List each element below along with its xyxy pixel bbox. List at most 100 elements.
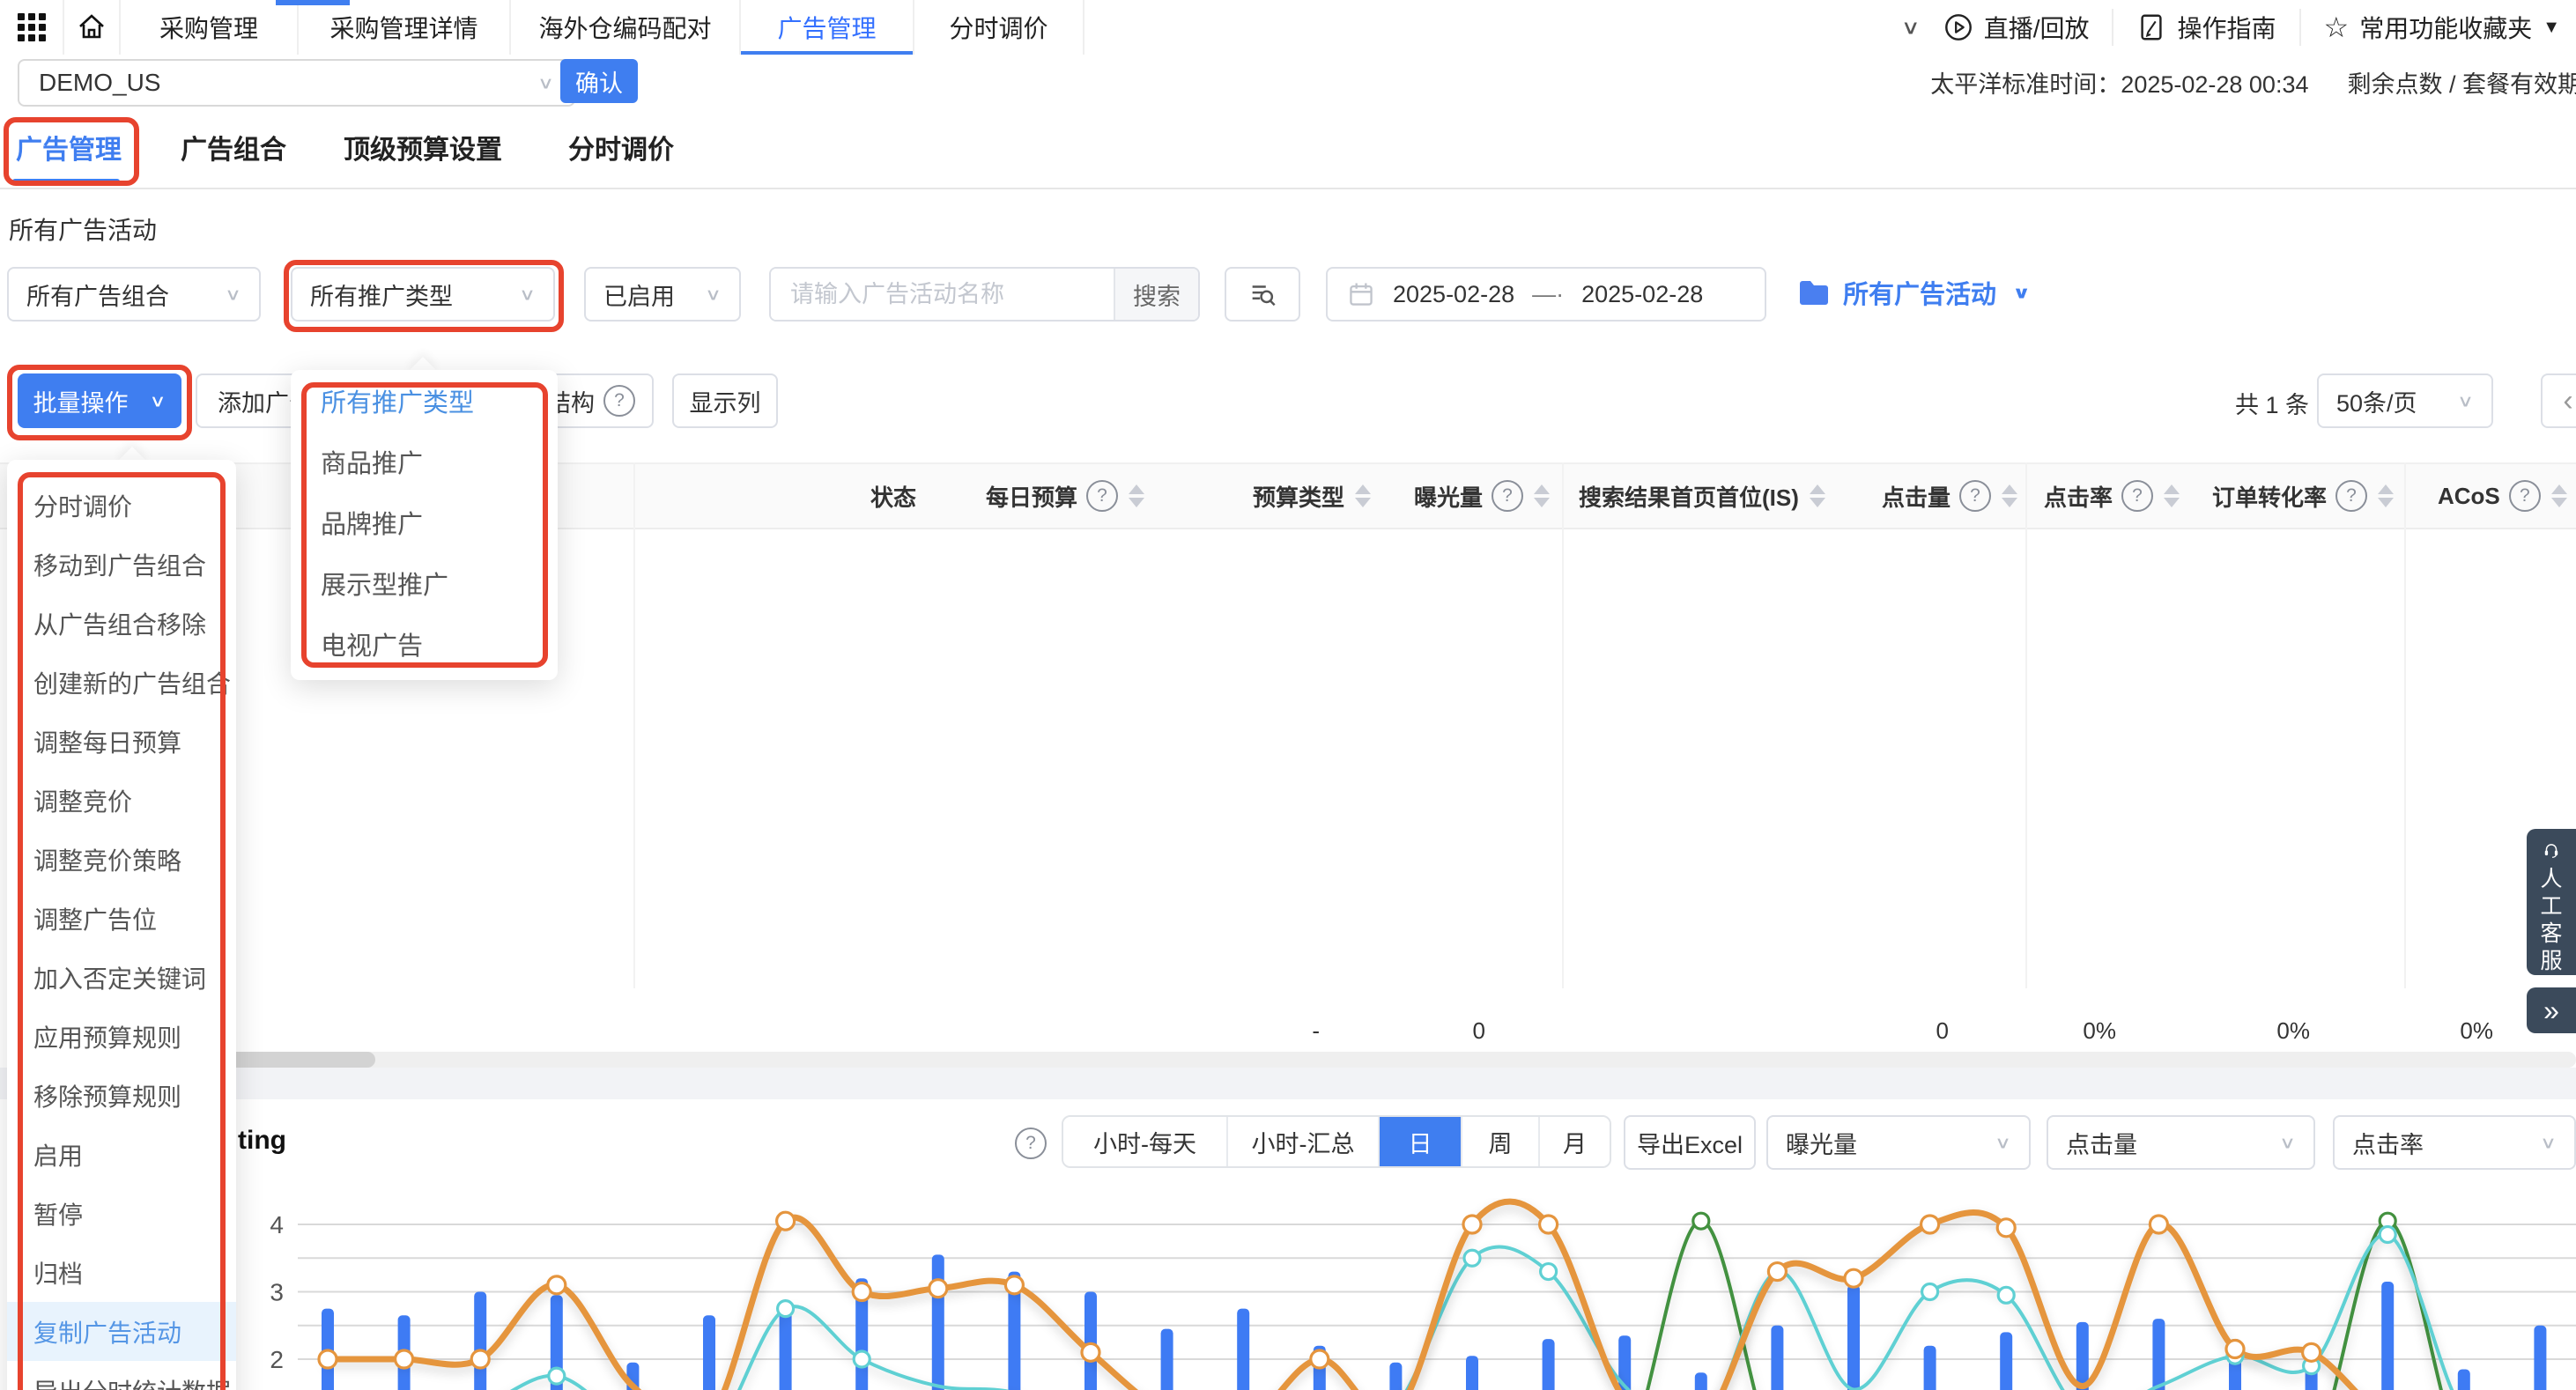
sort-icons[interactable]	[2002, 484, 2017, 507]
filters-row: 所有广告组合 ∨ 所有推广类型 ∨ 已启用 ∨ 搜索 2025-02-28 —·…	[0, 267, 2576, 325]
range-tab-1[interactable]: 小时-每天	[1063, 1117, 1226, 1166]
bulk-menu-item[interactable]: 复制广告活动	[7, 1302, 236, 1361]
range-tab-3[interactable]: 日	[1378, 1117, 1461, 1166]
live-replay-label: 直播/回放	[1984, 10, 2090, 45]
sort-icons[interactable]	[1810, 484, 1825, 507]
date-range-picker[interactable]: 2025-02-28 —· 2025-02-28	[1326, 267, 1766, 322]
page-tab-4[interactable]: 分时调价	[568, 110, 674, 184]
column-label: 曝光量	[1414, 480, 1483, 513]
promo-type-option[interactable]: 品牌推广	[291, 492, 558, 552]
column-header[interactable]: ACoS?	[2438, 464, 2567, 528]
favorites-label: 常用功能收藏夹	[2359, 10, 2532, 45]
column-header[interactable]: 预算类型	[1253, 464, 1371, 528]
bulk-menu-item[interactable]: 加入否定关键词	[7, 948, 236, 1007]
promo-type-filter-select[interactable]: 所有推广类型 ∨	[291, 267, 555, 322]
bulk-menu-item[interactable]: 从广告组合移除	[7, 594, 236, 653]
metric-select-2[interactable]: 点击量∨	[2047, 1115, 2315, 1170]
workspace-select[interactable]: DEMO_US ∨	[18, 59, 575, 107]
bulk-actions-button[interactable]: 批量操作 ∨	[18, 373, 181, 428]
service-expand-button[interactable]: »	[2527, 987, 2576, 1033]
metric-select-3[interactable]: 点击率∨	[2333, 1115, 2576, 1170]
column-header[interactable]: 点击量?	[1882, 464, 2017, 528]
column-header[interactable]: 每日预算?	[986, 464, 1144, 528]
bulk-menu-item[interactable]: 启用	[7, 1125, 236, 1184]
bulk-menu-item[interactable]: 暂停	[7, 1184, 236, 1243]
nav-tab-5[interactable]: 分时调价	[914, 0, 1084, 55]
promo-type-option[interactable]: 展示型推广	[291, 552, 558, 613]
bulk-menu-item[interactable]: 移动到广告组合	[7, 535, 236, 594]
bulk-menu-item[interactable]: 分时调价	[7, 476, 236, 535]
column-header[interactable]: 曝光量?	[1414, 464, 1550, 528]
nav-tab-1[interactable]: 采购管理	[121, 0, 299, 55]
timezone-time-text: 太平洋标准时间：2025-02-28 00:34	[1930, 65, 2308, 100]
campaign-scope-select[interactable]: 所有广告活动 ∨	[1797, 274, 2031, 311]
sort-icons[interactable]	[1534, 484, 1550, 507]
sort-icons[interactable]	[2164, 484, 2180, 507]
bulk-menu-item[interactable]: 移除预算规则	[7, 1066, 236, 1125]
page-tab-3[interactable]: 顶级预算设置	[344, 110, 502, 184]
guide-label: 操作指南	[2177, 10, 2276, 45]
nav-separator	[2299, 9, 2301, 46]
portfolio-filter-select[interactable]: 所有广告组合 ∨	[7, 267, 261, 322]
apps-grid-icon[interactable]	[0, 0, 64, 55]
pagination-prev-button[interactable]: ‹	[2541, 373, 2576, 428]
promo-type-filter-value: 所有推广类型	[310, 277, 453, 312]
promo-type-option[interactable]: 电视广告	[291, 613, 558, 674]
bulk-menu-item[interactable]: 导出分时统计数据	[7, 1361, 236, 1390]
confirm-button[interactable]: 确认	[560, 59, 638, 103]
bulk-menu-item[interactable]: 调整竞价策略	[7, 830, 236, 889]
column-header[interactable]: 订单转化率?	[2212, 464, 2394, 528]
home-icon[interactable]	[64, 0, 121, 55]
campaign-name-input[interactable]	[771, 269, 1114, 320]
promo-type-option[interactable]: 商品推广	[291, 431, 558, 492]
guide-link[interactable]: 操作指南	[2136, 10, 2276, 45]
column-header[interactable]: 状态	[870, 464, 916, 528]
range-tab-5[interactable]: 月	[1538, 1117, 1610, 1166]
bulk-menu-item[interactable]: 归档	[7, 1243, 236, 1302]
sort-icons[interactable]	[2378, 484, 2394, 507]
column-header[interactable]: 点击率?	[2044, 464, 2180, 528]
sort-icons[interactable]	[1355, 484, 1371, 507]
time-granularity-tabs: 小时-每天小时-汇总日周月	[1062, 1115, 1611, 1168]
horizontal-scrollbar[interactable]	[203, 1052, 2576, 1068]
column-label: 搜索结果首页首位(IS)	[1579, 480, 1799, 513]
total-count-text: 共 1 条	[2235, 386, 2309, 420]
favorites-menu[interactable]: ☆ 常用功能收藏夹 ▼	[2324, 10, 2561, 45]
bulk-menu-item[interactable]: 创建新的广告组合	[7, 653, 236, 712]
bulk-actions-menu: 分时调价移动到广告组合从广告组合移除创建新的广告组合调整每日预算调整竞价调整竞价…	[7, 460, 236, 1390]
show-columns-label: 显示列	[690, 384, 761, 418]
page-tab-1[interactable]: 广告管理	[16, 110, 122, 184]
svg-text:2: 2	[270, 1346, 284, 1373]
column-separator	[1562, 462, 1564, 1050]
live-replay-link[interactable]: 直播/回放	[1943, 10, 2090, 45]
collapse-chevron-icon[interactable]: ∨	[1901, 16, 1921, 39]
bulk-menu-item[interactable]: 调整竞价	[7, 771, 236, 830]
range-tab-2[interactable]: 小时-汇总	[1226, 1117, 1378, 1166]
search-button[interactable]: 搜索	[1114, 269, 1198, 320]
bulk-menu-item[interactable]: 应用预算规则	[7, 1007, 236, 1066]
bulk-menu-item[interactable]: 调整每日预算	[7, 712, 236, 771]
customer-service-widget[interactable]: 人工客服	[2527, 829, 2576, 975]
page-tab-2[interactable]: 广告组合	[181, 110, 286, 184]
column-header[interactable]: 搜索结果首页首位(IS)	[1579, 464, 1825, 528]
range-tab-4[interactable]: 周	[1461, 1117, 1538, 1166]
status-filter-select[interactable]: 已启用 ∨	[584, 267, 741, 322]
metric-select-1[interactable]: 曝光量∨	[1766, 1115, 2031, 1170]
bulk-menu-item[interactable]: 调整广告位	[7, 889, 236, 948]
show-columns-button[interactable]: 显示列	[672, 373, 778, 428]
promo-type-option[interactable]: 所有推广类型	[291, 370, 558, 431]
sort-icons[interactable]	[2551, 484, 2567, 507]
nav-tab-2[interactable]: 采购管理详情	[299, 0, 511, 55]
top-nav: 采购管理采购管理详情海外仓编码配对广告管理分时调价 ∨ 直播/回放 操作指南 ☆…	[0, 0, 2576, 56]
sort-asc-icon	[2164, 484, 2180, 494]
help-icon: ?	[1959, 480, 1991, 512]
help-icon: ?	[603, 385, 635, 417]
export-excel-button[interactable]: 导出Excel	[1624, 1115, 1756, 1170]
sort-icons[interactable]	[1129, 484, 1144, 507]
portfolio-filter-value: 所有广告组合	[26, 277, 169, 312]
advanced-search-button[interactable]	[1225, 267, 1300, 322]
nav-tab-3[interactable]: 海外仓编码配对	[511, 0, 741, 55]
page-size-select[interactable]: 50条/页 ∨	[2317, 373, 2493, 428]
headset-icon	[2536, 841, 2566, 859]
nav-tab-4[interactable]: 广告管理	[741, 0, 914, 55]
